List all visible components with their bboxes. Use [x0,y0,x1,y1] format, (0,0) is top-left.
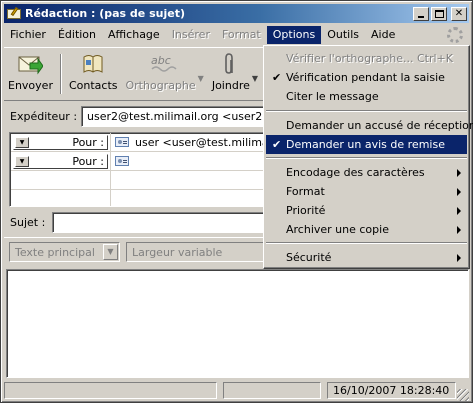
menu-item-label: Vérification pendant la saisie [286,71,445,84]
menu-affichage[interactable]: Affichage [102,26,166,44]
menu-item-label: Demander un accusé de réception [286,119,473,132]
recipient-row: ▼ Pour : [11,153,270,171]
recipient-type-label: Pour : [72,155,104,168]
attach-button[interactable]: Joindre [208,52,254,98]
contact-card-icon [115,156,129,166]
menu-edition[interactable]: Édition [52,26,102,44]
contacts-label: Contacts [68,79,118,92]
menu-item-label: Format [286,185,325,198]
menu-separator [266,157,467,159]
recipient-list: ▼ Pour : user <user@test.milimail.org> ▼… [9,132,271,207]
window-title: Rédaction : (pas de sujet) [25,7,185,20]
menu-item-encoding[interactable]: Encodage des caractères [266,163,467,182]
menu-item-archive-copy[interactable]: Archiver une copie [266,220,467,239]
status-datetime: 16/10/2007 18:28:40 [327,382,456,399]
status-progress-panel [223,382,321,399]
subject-input[interactable] [52,212,267,233]
menu-options[interactable]: Options [266,26,322,44]
menu-item-security[interactable]: Sécurité [266,248,467,267]
spelling-label: Orthographe [125,79,196,92]
maximize-icon [435,9,444,18]
close-button[interactable]: ✕ [451,6,467,21]
compose-envelope-icon [7,6,21,21]
recipient-row: ▼ Pour : user <user@test.milimail.org> [11,134,270,152]
recipient-type-label: Pour : [72,136,104,149]
menu-item-check-spelling[interactable]: Vérifier l'orthographe... Ctrl+K [266,49,467,68]
minimize-icon [418,15,424,18]
menu-outils[interactable]: Outils [321,26,365,44]
menu-item-label: Citer le message [286,90,379,103]
dropdown-icon: ▼ [15,137,29,148]
submenu-arrow-icon [457,226,461,234]
checkmark-icon: ✔ [272,71,282,84]
compose-window: Rédaction : (pas de sujet) ✕ Fichier Édi… [0,0,473,403]
resize-grip-icon[interactable] [457,389,469,401]
menu-item-label: Vérifier l'orthographe... [286,52,414,65]
paragraph-style-select[interactable]: Texte principal ▼ [9,242,120,262]
menu-item-return-receipt[interactable]: Demander un accusé de réception [266,116,473,135]
message-body-editor[interactable] [6,269,469,378]
send-icon [17,52,45,76]
submenu-arrow-icon [457,188,461,196]
dropdown-arrow-icon: ▼ [103,244,118,260]
toolbar-separator [59,54,62,94]
recipient-address-input[interactable]: user <user@test.milimail.org> [135,136,270,149]
close-icon: ✕ [454,7,464,19]
paragraph-style-value: Texte principal [15,246,95,259]
menu-item-quote-message[interactable]: Citer le message [266,87,467,106]
attach-dropdown-arrow-icon[interactable]: ▼ [252,74,258,83]
menu-item-label: Archiver une copie [286,223,389,236]
contacts-button[interactable]: Contacts [65,52,122,98]
status-text-panel [4,382,217,399]
recipient-row-empty[interactable] [11,191,270,206]
menu-inserer[interactable]: Insérer [166,26,216,44]
spellcheck-icon-text: abc [151,54,171,67]
subject-label: Sujet : [10,216,46,229]
attach-label: Joindre [211,79,250,92]
menu-separator [266,110,467,112]
menu-item-label: Demander un avis de remise [286,138,445,151]
submenu-arrow-icon [457,207,461,215]
menu-item-label: Sécurité [286,251,332,264]
send-button[interactable]: Envoyer [4,52,57,98]
address-book-icon [80,52,106,76]
menu-fichier[interactable]: Fichier [4,26,52,44]
submenu-arrow-icon [457,169,461,177]
sender-label: Expéditeur : [10,110,78,123]
contact-card-icon [115,137,129,147]
menu-item-label: Encodage des caractères [286,166,425,179]
sender-select[interactable]: user2@test.milimail.org <user2@test.mili… [81,106,281,127]
send-label: Envoyer [8,79,53,92]
options-menu: Vérifier l'orthographe... Ctrl+K ✔ Vérif… [263,45,473,269]
checkmark-icon: ✔ [272,138,282,151]
font-select[interactable]: Largeur variable [126,242,266,262]
spellcheck-icon: abc [148,52,177,76]
status-bar: 16/10/2007 18:28:40 [4,381,469,401]
menu-aide[interactable]: Aide [365,26,401,44]
menu-item-shortcut: Ctrl+K [416,52,453,65]
menu-item-priority[interactable]: Priorité [266,201,467,220]
dropdown-icon: ▼ [15,156,29,167]
menu-item-format[interactable]: Format [266,182,467,201]
recipient-row-empty[interactable] [11,172,270,190]
throbber-icon [447,27,463,43]
font-value: Largeur variable [132,246,223,259]
submenu-arrow-icon [457,254,461,262]
maximize-button[interactable] [431,6,447,21]
menu-item-inline-spellcheck[interactable]: ✔ Vérification pendant la saisie [266,68,467,87]
title-bar[interactable]: Rédaction : (pas de sujet) ✕ [4,4,469,23]
spelling-dropdown-arrow-icon[interactable]: ▼ [198,74,204,83]
menu-item-delivery-notice[interactable]: ✔ Demander un avis de remise [266,135,467,154]
menu-item-label: Priorité [286,204,326,217]
recipient-type-select[interactable]: ▼ Pour : [13,154,108,169]
spelling-button[interactable]: abc Orthographe [122,52,200,98]
menu-separator [266,242,467,244]
menu-bar: Fichier Édition Affichage Insérer Format… [4,25,469,45]
paperclip-icon [218,52,244,76]
menu-format[interactable]: Format [216,26,267,44]
minimize-button[interactable] [413,6,429,21]
recipient-type-select[interactable]: ▼ Pour : [13,135,108,150]
